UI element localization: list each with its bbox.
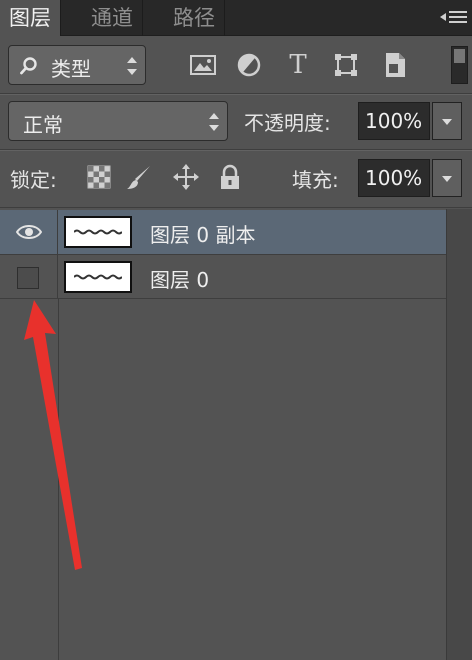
opacity-input[interactable]: 100% — [358, 102, 430, 140]
divider — [0, 94, 472, 95]
divider — [0, 150, 472, 151]
layer-filter-select[interactable]: 类型 — [8, 45, 146, 85]
fill-dropdown-button[interactable] — [432, 159, 462, 197]
fill-input[interactable]: 100% — [358, 159, 430, 197]
lock-transparent-pixels-icon[interactable] — [85, 163, 113, 191]
tab-paths[interactable]: 路径 — [164, 0, 225, 36]
layer-name: 图层 0 副本 — [150, 223, 256, 247]
shape-filter-icon[interactable] — [331, 50, 361, 80]
layer-name: 图层 0 — [150, 268, 210, 292]
updown-arrows-icon — [126, 57, 138, 75]
layer-row[interactable]: 图层 0 — [0, 255, 446, 299]
panel-tab-bar: 图层 通道 路径 — [0, 0, 472, 36]
annotation-arrow-icon — [24, 300, 82, 570]
image-filter-icon[interactable] — [188, 50, 218, 80]
divider — [0, 298, 446, 299]
updown-arrows-icon — [208, 113, 220, 131]
search-icon — [19, 56, 39, 76]
layer-row[interactable]: 图层 0 副本 — [0, 210, 446, 254]
tab-layers[interactable]: 图层 — [0, 0, 61, 36]
smart-object-filter-icon[interactable] — [380, 50, 410, 80]
text-filter-icon[interactable]: T — [283, 50, 313, 80]
lock-all-icon[interactable] — [216, 163, 244, 191]
panel-menu-icon[interactable] — [440, 6, 468, 28]
blend-mode-select[interactable]: 正常 — [8, 101, 228, 141]
adjustment-filter-icon[interactable] — [234, 50, 264, 80]
filter-type-label: 类型 — [51, 57, 91, 81]
layer-thumbnail — [64, 216, 132, 248]
eye-icon — [16, 222, 42, 242]
filter-toggle-switch[interactable] — [451, 46, 468, 84]
lock-label: 锁定: — [10, 168, 57, 192]
layer-visibility-toggle[interactable] — [0, 255, 58, 299]
blend-mode-value: 正常 — [23, 113, 63, 137]
lock-image-pixels-icon[interactable] — [125, 163, 153, 191]
layer-visibility-toggle[interactable] — [0, 210, 58, 254]
lock-position-icon[interactable] — [172, 163, 200, 191]
layer-thumbnail — [64, 261, 132, 293]
divider — [0, 207, 472, 208]
opacity-dropdown-button[interactable] — [432, 102, 462, 140]
fill-label: 填充: — [292, 168, 339, 192]
tab-channels[interactable]: 通道 — [82, 0, 143, 36]
hidden-visibility-box — [17, 267, 39, 289]
layers-scrollbar[interactable] — [446, 209, 472, 660]
opacity-label: 不透明度: — [244, 111, 331, 135]
